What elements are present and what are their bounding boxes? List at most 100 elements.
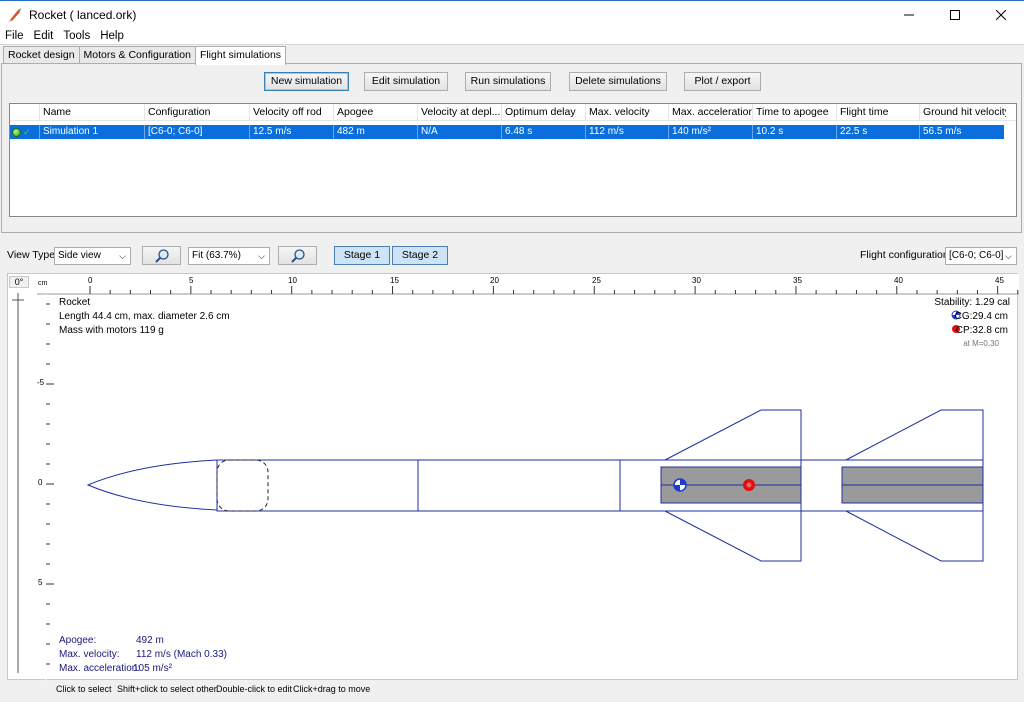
tab-rocket-design[interactable]: Rocket design xyxy=(3,46,80,64)
column-flight-time[interactable]: Flight time xyxy=(837,104,920,121)
edit-simulation-button[interactable]: Edit simulation xyxy=(364,72,448,91)
h-ruler-label: 35 xyxy=(793,276,802,285)
cell-name: Simulation 1 xyxy=(40,125,145,139)
status-cell: ✓ xyxy=(10,125,40,139)
menu-help[interactable]: Help xyxy=(95,30,129,42)
cg-marker xyxy=(673,478,687,492)
cell-max-velocity: 112 m/s xyxy=(586,125,669,139)
view-type-label: View Type: xyxy=(7,249,58,261)
zoom-in-button[interactable] xyxy=(278,246,317,265)
flight-configuration-value: [C6-0; C6-0] xyxy=(949,250,1004,261)
rocket-figure-area[interactable]: cm 0 5 10 15 20 25 30 35 40 45 -5 0 5 Ro… xyxy=(7,273,1019,681)
ruler-unit: cm xyxy=(38,280,48,287)
cell-time-to-apogee: 10.2 s xyxy=(753,125,837,139)
rocket-dimensions: Length 44.4 cm, max. diameter 2.6 cm xyxy=(59,311,230,322)
hint-click-select: Click to select xyxy=(56,684,112,694)
column-time-to-apogee[interactable]: Time to apogee xyxy=(753,104,837,121)
cell-max-acceleration: 140 m/s² xyxy=(669,125,753,139)
figure-toolbar: View Type: Side view ⌵ Fit (63.7%) ⌵ Sta… xyxy=(0,244,1024,268)
menu-bar: File Edit Tools Help xyxy=(0,28,1024,45)
nose-cone xyxy=(86,459,218,511)
zoom-out-button[interactable] xyxy=(142,246,181,265)
run-simulations-button[interactable]: Run simulations xyxy=(465,72,551,91)
v-ruler-label: 0 xyxy=(38,478,43,487)
menu-tools[interactable]: Tools xyxy=(58,30,95,42)
cp-marker xyxy=(743,479,755,491)
h-ruler-label: 25 xyxy=(592,276,601,285)
simulation-toolbar: New simulation Edit simulation Run simul… xyxy=(0,72,1024,92)
tab-flight-simulations[interactable]: Flight simulations xyxy=(194,46,287,65)
column-apogee[interactable]: Apogee xyxy=(334,104,418,121)
column-ground-hit-velocity[interactable]: Ground hit velocity xyxy=(920,104,1006,121)
lower-fin-stage-2 xyxy=(845,510,984,562)
cell-configuration: [C6-0; C6-0] xyxy=(145,125,250,139)
column-max-velocity[interactable]: Max. velocity xyxy=(586,104,669,121)
cell-optimum-delay: 6.48 s xyxy=(502,125,586,139)
flight-configuration-select[interactable]: [C6-0; C6-0] ⌵ xyxy=(945,247,1017,265)
h-ruler-label: 0 xyxy=(88,276,93,285)
horizontal-ruler xyxy=(37,274,1019,294)
cell-ground-hit-velocity: 56.5 m/s xyxy=(923,126,962,137)
max-acceleration-value: 105 m/s² xyxy=(133,663,172,674)
flight-configuration-label: Flight configuration: xyxy=(860,249,952,261)
maximize-button[interactable] xyxy=(932,1,978,29)
column-status[interactable] xyxy=(10,104,40,121)
h-ruler-label: 30 xyxy=(692,276,701,285)
stage-2-toggle[interactable]: Stage 2 xyxy=(392,246,448,265)
chevron-down-icon: ⌵ xyxy=(119,251,126,261)
hint-click-drag: Click+drag to move xyxy=(293,684,371,694)
status-bar: Click to select Shift+click to select ot… xyxy=(0,682,1024,702)
zoom-in-icon xyxy=(290,248,305,263)
menu-file[interactable]: File xyxy=(0,30,29,42)
rotation-slider[interactable] xyxy=(9,275,29,677)
stage-1-toggle[interactable]: Stage 1 xyxy=(334,246,390,265)
simulation-table: Name Configuration Velocity off rod Apog… xyxy=(9,103,1017,217)
new-simulation-button[interactable]: New simulation xyxy=(264,72,349,91)
view-type-value: Side view xyxy=(58,250,101,261)
cg-value: CG:29.4 cm xyxy=(954,311,1008,322)
zoom-value: Fit (63.7%) xyxy=(192,250,241,261)
h-ruler-label: 40 xyxy=(894,276,903,285)
rocket-mass: Mass with motors 119 g xyxy=(59,325,164,336)
column-velocity-at-deployment[interactable]: Velocity at depl... xyxy=(418,104,502,121)
upper-fin-stage-2 xyxy=(845,409,984,461)
maximize-icon xyxy=(950,10,960,20)
delete-simulations-button[interactable]: Delete simulations xyxy=(569,72,667,91)
minimize-button[interactable] xyxy=(886,1,932,29)
zoom-out-icon xyxy=(154,248,169,263)
view-type-select[interactable]: Side view ⌵ xyxy=(54,247,131,265)
hint-double-click: Double-click to edit xyxy=(216,684,293,694)
cell-velocity-off-rod: 12.5 m/s xyxy=(250,125,334,139)
menu-edit[interactable]: Edit xyxy=(29,30,59,42)
main-tabs: Rocket design Motors & Configuration Fli… xyxy=(3,46,287,65)
column-velocity-off-rod[interactable]: Velocity off rod xyxy=(250,104,334,121)
cell-apogee: 482 m xyxy=(334,125,418,139)
zoom-select[interactable]: Fit (63.7%) ⌵ xyxy=(188,247,270,265)
v-ruler-label: -5 xyxy=(37,378,45,387)
mach-value: at M=0.30 xyxy=(963,339,999,348)
apogee-label: Apogee: xyxy=(59,635,97,646)
max-acceleration-label: Max. acceleration: xyxy=(59,663,141,674)
body-tube-1 xyxy=(216,459,419,512)
cell-velocity-at-deployment: N/A xyxy=(418,125,502,139)
column-max-acceleration[interactable]: Max. acceleration xyxy=(669,104,753,121)
minimize-icon xyxy=(904,14,914,16)
column-name[interactable]: Name xyxy=(40,104,145,121)
plot-export-button[interactable]: Plot / export xyxy=(684,72,761,91)
rocket-name: Rocket xyxy=(59,297,91,308)
apogee-value: 492 m xyxy=(136,635,164,646)
cell-flight-time: 22.5 s xyxy=(837,125,920,139)
body-tube-2 xyxy=(417,459,621,512)
tab-motors-configuration[interactable]: Motors & Configuration xyxy=(78,46,196,64)
window-title: Rocket ( lanced.ork) xyxy=(29,7,137,22)
vertical-ruler-ticks xyxy=(46,303,54,665)
h-ruler-label: 15 xyxy=(390,276,399,285)
v-ruler-label: 5 xyxy=(38,578,43,587)
column-optimum-delay[interactable]: Optimum delay xyxy=(502,104,586,121)
table-row[interactable]: ✓ Simulation 1 [C6-0; C6-0] 12.5 m/s 482… xyxy=(10,125,1004,139)
hint-shift-click: Shift+click to select other xyxy=(117,684,217,694)
parachute xyxy=(216,459,269,512)
column-configuration[interactable]: Configuration xyxy=(145,104,250,121)
table-header: Name Configuration Velocity off rod Apog… xyxy=(10,104,1016,121)
close-button[interactable] xyxy=(978,1,1024,29)
